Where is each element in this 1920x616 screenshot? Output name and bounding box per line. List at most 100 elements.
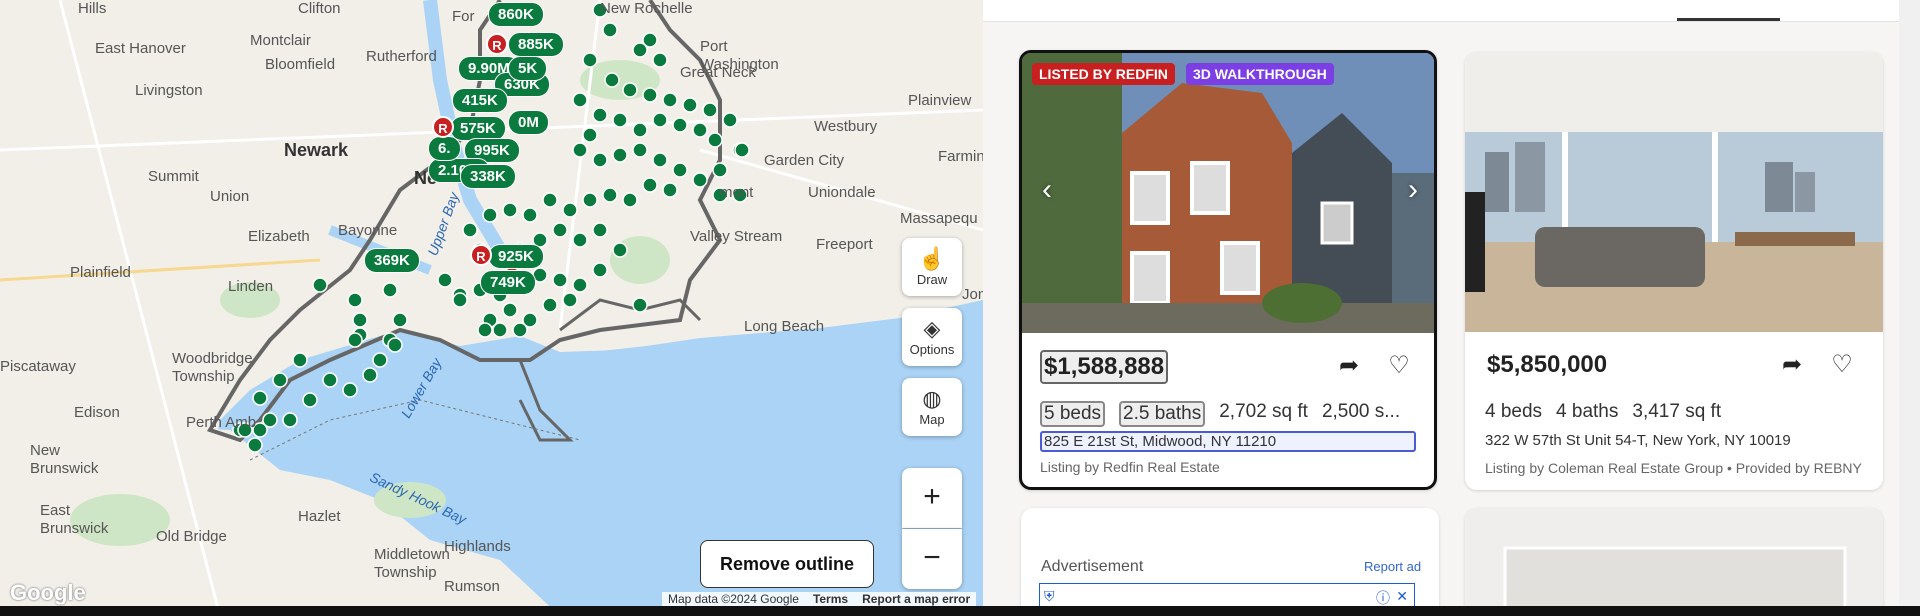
map[interactable]: Hills Clifton East Hanover Montclair Rut…	[0, 0, 983, 616]
price-pin[interactable]: 5K	[508, 56, 548, 81]
beds-count: 5 beds	[1040, 401, 1106, 427]
price-pin[interactable]: 415K	[452, 88, 508, 113]
globe-icon: ◍	[922, 386, 942, 411]
listing-photo[interactable]	[1465, 52, 1883, 332]
zoom-in-button[interactable]: +	[902, 468, 962, 528]
listing-agent: Listing by Coleman Real Estate Group • P…	[1485, 460, 1862, 476]
advertisement-label: Advertisement	[1041, 558, 1144, 575]
map-label: Westbury	[814, 118, 878, 135]
price-pin[interactable]: 338K	[460, 164, 516, 189]
close-icon[interactable]: ✕	[1396, 588, 1408, 605]
map-label: Bayonne	[338, 222, 398, 239]
draw-button[interactable]: ☝ Draw	[902, 238, 962, 296]
map-label: Valley Stream	[690, 228, 783, 245]
share-icon[interactable]: ➦	[1332, 349, 1366, 383]
listing-price: $1,588,888	[1040, 350, 1169, 384]
price-pin[interactable]: 6.	[428, 136, 461, 161]
map-label: Plainfield	[70, 264, 131, 281]
map-label: Farming	[938, 148, 983, 165]
listing-address[interactable]: 322 W 57th St Unit 54-T, New York, NY 10…	[1485, 432, 1791, 449]
scrollbar[interactable]	[1899, 0, 1920, 616]
listing-price: $5,850,000	[1487, 351, 1608, 378]
chevron-left-icon[interactable]: ‹	[1030, 173, 1064, 207]
options-button[interactable]: ◈ Options	[902, 308, 962, 366]
shield-icon: ⛨	[1044, 588, 1055, 604]
map-label: Freeport	[816, 236, 873, 253]
map-label: Perth Amb	[186, 414, 257, 431]
listing-results[interactable]: LISTED BY REDFIN 3D WALKTHROUGH ‹ › $1,5…	[983, 0, 1920, 616]
map-label: East Brunswick	[40, 502, 109, 537]
map-label: Old Bridge	[156, 528, 227, 545]
listing-stats: 4 beds 4 baths 3,417 sq ft	[1485, 401, 1721, 423]
map-label: Hazlet	[298, 508, 341, 525]
active-tab-indicator	[1677, 18, 1780, 21]
pointer-hand-icon: ☝	[918, 246, 946, 271]
map-label: Great Neck	[680, 64, 756, 81]
map-type-button[interactable]: ◍ Map	[902, 378, 962, 436]
remove-outline-button[interactable]: Remove outline	[700, 540, 874, 588]
listing-card-2[interactable]: $5,850,000 ➦ ♡ 4 beds 4 baths 3,417 sq f…	[1465, 52, 1883, 490]
map-label: Rutherford	[366, 48, 437, 65]
baths-count: 2.5 baths	[1119, 401, 1206, 427]
price-pin[interactable]: 925K	[488, 244, 544, 269]
listing-address[interactable]: 825 E 21st St, Midwood, NY 11210	[1040, 431, 1416, 452]
listing-photo[interactable]: LISTED BY REDFIN 3D WALKTHROUGH ‹ ›	[1022, 53, 1434, 333]
share-icon[interactable]: ➦	[1775, 348, 1809, 382]
map-type-label: Map	[919, 412, 945, 427]
listing-photo	[1465, 508, 1883, 616]
map-label: East Hanover	[95, 40, 186, 57]
options-label: Options	[909, 342, 955, 357]
heart-icon[interactable]: ♡	[1825, 348, 1859, 382]
map-label: Rumson	[444, 578, 500, 595]
advertisement-card: Advertisement Report ad ⛨ ⓘ ✕	[1021, 508, 1439, 616]
bottom-edge-bar	[0, 606, 1920, 616]
listing-card-3[interactable]	[1465, 508, 1883, 616]
baths-count: 4 baths	[1556, 401, 1619, 422]
map-label: Union	[210, 188, 250, 205]
map-label: Hills	[78, 0, 107, 17]
redfin-pin[interactable]: R	[432, 116, 454, 138]
map-label: Piscataway	[0, 358, 76, 375]
price-pin[interactable]: 369K	[364, 248, 420, 273]
beds-count: 4 beds	[1485, 401, 1543, 422]
map-label: Summit	[148, 168, 199, 185]
map-label: Linden	[228, 278, 274, 295]
map-label: mont	[720, 184, 754, 201]
heart-icon[interactable]: ♡	[1382, 349, 1416, 383]
map-label: Plainview	[908, 92, 972, 109]
map-label: Montclair	[250, 32, 311, 49]
results-tabs-bar	[983, 0, 1920, 22]
layers-icon: ◈	[923, 316, 941, 341]
listing-agent: Listing by Redfin Real Estate	[1040, 459, 1220, 475]
listing-stats: 5 beds 2.5 baths 2,702 sq ft 2,500 s...	[1040, 401, 1400, 427]
draw-label: Draw	[916, 272, 948, 287]
chevron-right-icon[interactable]: ›	[1396, 173, 1430, 207]
map-label: Uniondale	[808, 184, 876, 201]
map-label: Long Beach	[744, 318, 825, 335]
map-label: Garden City	[764, 152, 845, 169]
report-ad-link[interactable]: Report ad	[1364, 559, 1421, 574]
price-pin[interactable]: 749K	[480, 270, 536, 295]
sqft: 3,417 sq ft	[1632, 401, 1722, 422]
map-label: New Brunswick	[30, 442, 99, 477]
map-label: Bloomfield	[265, 56, 336, 73]
info-icon[interactable]: ⓘ	[1376, 588, 1390, 608]
map-label: Jones Be	[962, 286, 983, 303]
map-label: Middletown Township	[374, 546, 450, 581]
redfin-pin[interactable]: R	[470, 244, 492, 266]
listed-by-redfin-badge: LISTED BY REDFIN	[1032, 63, 1175, 85]
price-pin[interactable]: 860K	[488, 2, 544, 27]
zoom-out-button[interactable]: −	[902, 529, 962, 589]
map-label: Massapequ	[900, 210, 978, 227]
map-label: Livingston	[135, 82, 203, 99]
house-photo-image	[1022, 53, 1434, 333]
redfin-pin[interactable]: R	[486, 33, 508, 55]
map-label: Elizabeth	[248, 228, 310, 245]
map-label: Woodbridge Township	[172, 350, 253, 385]
map-label: For	[452, 8, 475, 25]
interior-photo-image	[1465, 52, 1883, 332]
price-pin[interactable]: 0M	[508, 110, 549, 135]
listing-card-1[interactable]: LISTED BY REDFIN 3D WALKTHROUGH ‹ › $1,5…	[1019, 50, 1437, 490]
3d-walkthrough-badge: 3D WALKTHROUGH	[1186, 63, 1334, 85]
price-pin[interactable]: 885K	[508, 32, 564, 57]
